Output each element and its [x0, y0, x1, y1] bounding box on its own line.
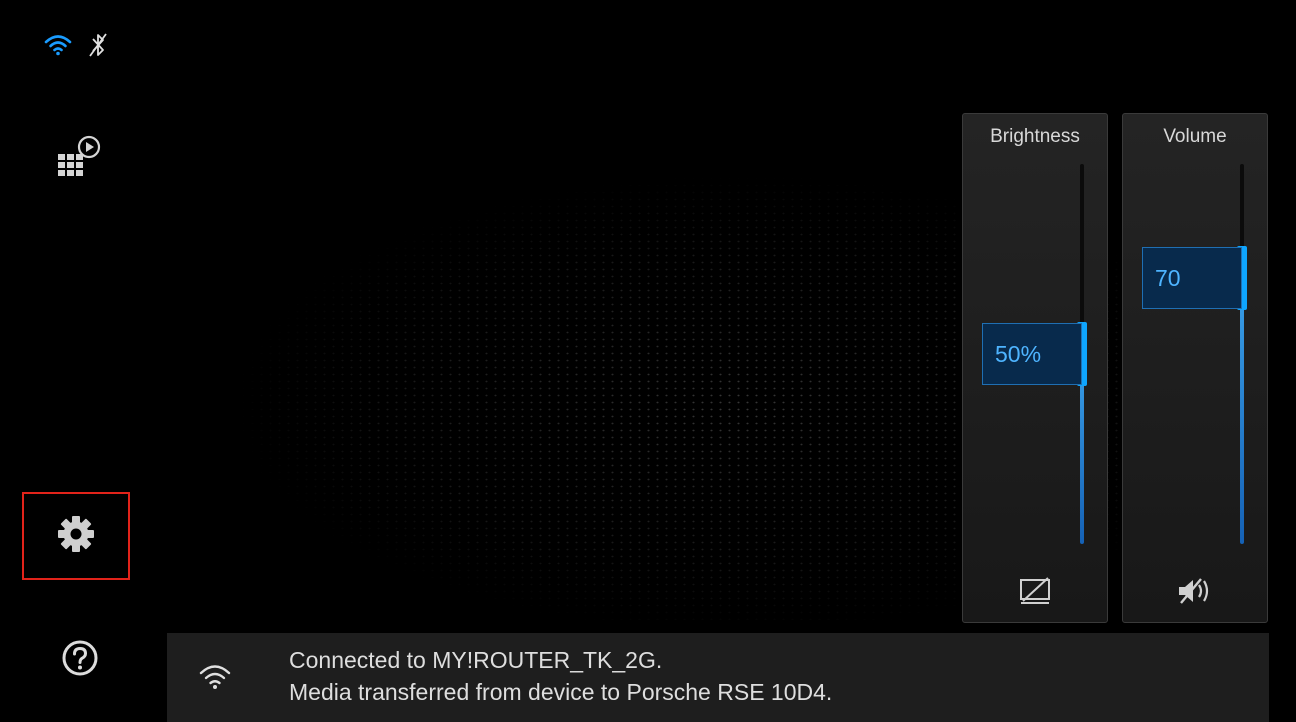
notification-line-2: Media transferred from device to Porsche…: [289, 679, 833, 705]
wifi-icon: [199, 663, 231, 695]
notification-bar: Connected to MY!ROUTER_TK_2G. Media tran…: [167, 633, 1269, 722]
mute-icon: [1175, 576, 1215, 610]
help-icon: [61, 639, 99, 681]
brightness-title: Brightness: [990, 126, 1080, 147]
brightness-value: 50%: [982, 323, 1082, 385]
volume-title: Volume: [1163, 126, 1227, 147]
mute-button[interactable]: [1123, 576, 1267, 610]
media-apps-icon: [54, 132, 106, 182]
volume-slider-fill: [1240, 278, 1244, 544]
volume-panel: Volume 70: [1122, 113, 1268, 623]
volume-slider[interactable]: [1237, 164, 1247, 544]
gear-icon: [56, 514, 96, 558]
notification-line-1: Connected to MY!ROUTER_TK_2G.: [289, 647, 663, 673]
bluetooth-off-icon: [88, 32, 108, 58]
brightness-panel: Brightness 50%: [962, 113, 1108, 623]
help-button[interactable]: [40, 625, 120, 695]
media-apps-button[interactable]: [40, 122, 120, 192]
display-off-icon: [1018, 576, 1052, 610]
settings-button[interactable]: [22, 492, 130, 580]
wifi-icon: [44, 34, 72, 56]
volume-value: 70: [1142, 247, 1242, 309]
display-off-button[interactable]: [963, 576, 1107, 610]
status-bar: [44, 32, 108, 58]
